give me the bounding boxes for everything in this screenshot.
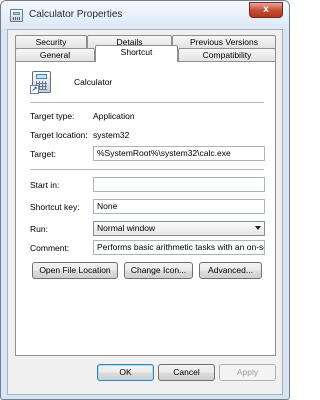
target-type-value: Application [93,111,135,121]
tab-compatibility[interactable]: Compatibility [178,48,276,62]
shortcut-arrow-icon: ↗ [30,85,39,94]
run-label: Run: [30,224,48,234]
chevron-down-icon [255,226,261,230]
title-bar[interactable]: Calculator Properties x [1,1,289,29]
tab-shortcut[interactable]: Shortcut [95,45,178,62]
target-location-label: Target location: [30,130,88,140]
divider [30,102,264,103]
shortcut-key-field[interactable]: None [93,199,265,214]
tab-general[interactable]: General [15,48,95,62]
tab-previous-versions[interactable]: Previous Versions [172,35,276,49]
divider [30,169,264,170]
tab-security[interactable]: Security [15,35,87,49]
apply-button[interactable]: Apply [219,364,276,381]
run-select-value: Normal window [97,223,156,233]
calculator-icon [10,9,23,22]
dialog-client: Security Details Previous Versions Gener… [7,29,283,395]
start-in-field[interactable] [93,177,265,192]
shortcut-key-label: Shortcut key: [30,202,80,212]
target-location-value: system32 [93,130,130,140]
comment-field[interactable]: Performs basic arithmetic tasks with an … [93,240,265,255]
run-select[interactable]: Normal window [93,221,265,236]
target-label: Target: [30,149,56,159]
comment-label: Comment: [30,243,70,253]
window-title: Calculator Properties [29,9,123,20]
shortcut-name: Calculator [74,77,113,87]
advanced-button[interactable]: Advanced... [199,262,262,279]
target-type-label: Target type: [30,111,75,121]
open-file-location-button[interactable]: Open File Location [32,262,118,279]
cancel-button[interactable]: Cancel [158,364,215,381]
calculator-shortcut-icon: ↗ [30,71,54,97]
change-icon-button[interactable]: Change Icon... [124,262,193,279]
close-button[interactable]: x [249,2,283,18]
ok-button[interactable]: OK [97,364,154,381]
start-in-label: Start in: [30,180,60,190]
properties-window: Calculator Properties x Security Details… [0,0,290,400]
target-field[interactable]: %SystemRoot%\system32\calc.exe [93,146,265,161]
